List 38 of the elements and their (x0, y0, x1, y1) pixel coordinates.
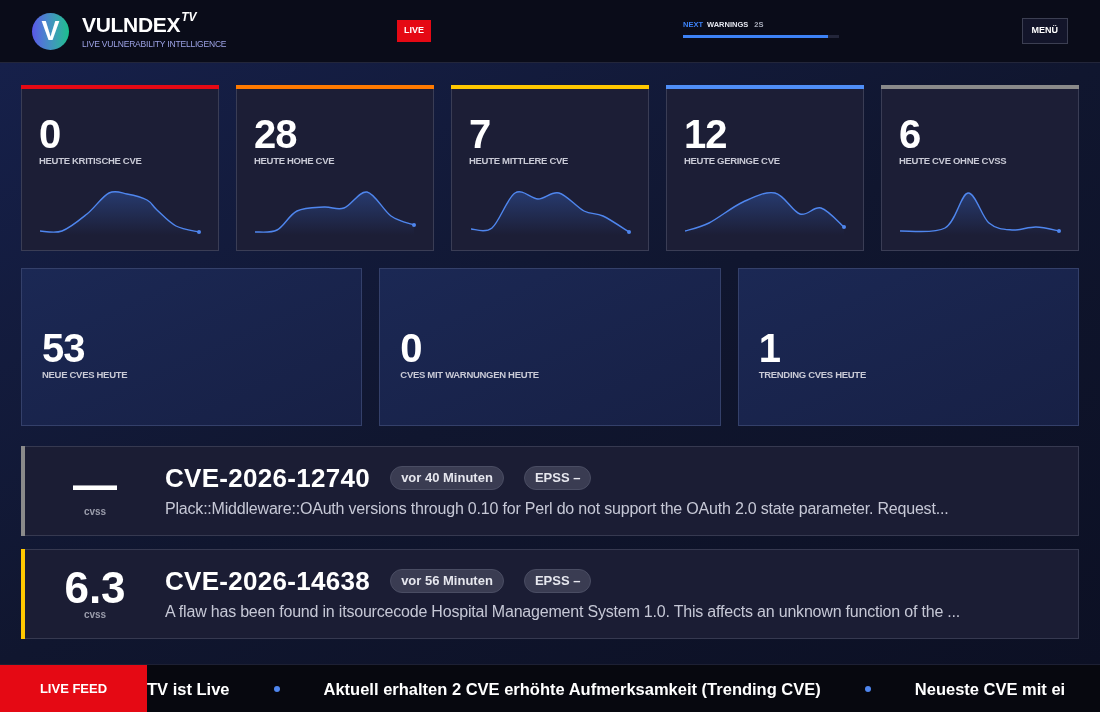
cve-id: CVE-2026-12740 (165, 463, 371, 493)
stat-label: HEUTE GERINGE CVE (684, 155, 780, 167)
stat-value: 6 (899, 113, 921, 155)
summary-label: TRENDING CVES HEUTE (758, 369, 866, 381)
stat-value: 0 (39, 113, 61, 155)
epss-tag: EPSS – (523, 466, 592, 490)
age-tag: vor 40 Minuten (390, 466, 504, 490)
summary-value: 1 (758, 327, 780, 369)
summary-label: NEUE CVES HEUTE (42, 369, 128, 381)
cvss-score: — (73, 464, 117, 506)
summary-value: 53 (42, 327, 85, 369)
live-feed-label: LIVE FEED (0, 665, 147, 712)
brand-suffix: TV (181, 10, 197, 23)
stat-value: 28 (254, 113, 297, 155)
age-tag: vor 56 Minuten (390, 569, 504, 593)
cvss-score: 6.3 (64, 567, 126, 609)
stat-label: HEUTE HOHE CVE (254, 155, 335, 167)
cve-description: Plack::Middleware::OAuth versions through 0.10 for Perl do not support the OAuth 2.0 state parameter. Request... (165, 499, 949, 519)
summary-label: CVES MIT WARNUNGEN HEUTE (400, 369, 539, 381)
summary-value: 0 (400, 327, 422, 369)
ticker-text: Neueste CVE mit ei (914, 678, 1066, 699)
stat-label: HEUTE MITTLERE CVE (469, 155, 569, 167)
ticker-text: TV ist Live (147, 678, 230, 699)
cvss-label: cvss (83, 609, 107, 621)
logo: V (32, 12, 69, 50)
stat-label: HEUTE CVE OHNE CVSS (899, 155, 1007, 167)
tagline: LIVE VULNERABILITY INTELLIGENCE (82, 38, 227, 50)
cve-id: CVE-2026-14638 (165, 566, 371, 596)
cve-description: A flaw has been found in itsourcecode Hospital Management System 1.0. This affects an unknown function of the ... (165, 602, 961, 622)
brand-name: VULNDEX (82, 12, 181, 37)
cvss-label: cvss (83, 506, 107, 518)
menu-button[interactable]: MENÜ (1021, 18, 1068, 44)
ticker-text: Aktuell erhalten 2 CVE erhöhte Aufmerksamkeit (Trending CVE) (323, 678, 821, 699)
stat-value: 7 (469, 113, 491, 155)
stat-label: HEUTE KRITISCHE CVE (39, 155, 142, 167)
live-badge: LIVE (397, 20, 431, 42)
epss-tag: EPSS – (523, 569, 592, 593)
stat-value: 12 (684, 113, 727, 155)
